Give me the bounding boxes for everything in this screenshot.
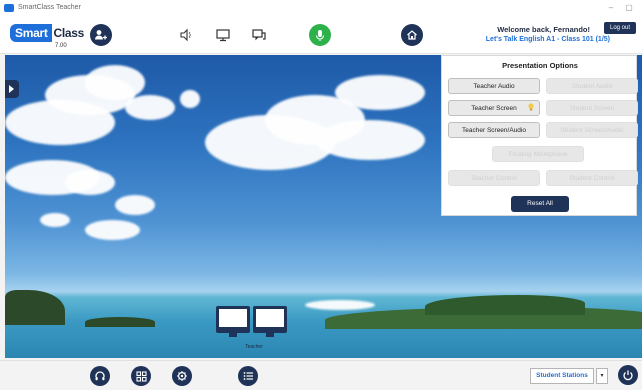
headset-button[interactable] — [90, 366, 110, 386]
option-teacher-audio[interactable]: Teacher Audio — [448, 78, 540, 94]
side-drawer-toggle[interactable] — [5, 80, 19, 98]
option-floating-microphone[interactable]: Floating Microphone — [492, 146, 584, 162]
option-student-audio[interactable]: Student Audio — [546, 78, 638, 94]
group-button[interactable] — [90, 24, 112, 46]
screen-share-button[interactable] — [215, 27, 231, 43]
logo-smart-text: Smart — [10, 24, 52, 42]
teacher-monitor-right[interactable] — [253, 306, 287, 337]
logo-class-text: Class — [53, 26, 85, 40]
chat-icon — [252, 29, 266, 41]
class-name-text: Let's Talk English A1 - Class 101 (1/5) — [485, 36, 610, 43]
headset-icon — [95, 371, 105, 381]
app-icon — [4, 4, 14, 12]
teacher-monitor-left[interactable] — [216, 306, 250, 337]
home-button[interactable] — [401, 24, 423, 46]
chat-button[interactable] — [251, 27, 267, 43]
grid-view-button[interactable] — [131, 366, 151, 386]
list-icon — [243, 372, 253, 380]
monitor-icon — [216, 29, 230, 42]
logout-button[interactable]: Log out — [604, 22, 636, 34]
station-selector-dropdown[interactable]: ▾ — [596, 368, 608, 384]
app-version: 7.00 — [55, 43, 67, 49]
arrow-right-icon — [9, 85, 14, 93]
option-student-control[interactable]: Student Control — [546, 170, 638, 186]
option-student-screen[interactable]: Student Screen — [546, 100, 638, 116]
maximize-button[interactable]: ▢ — [622, 2, 636, 14]
microphone-icon — [315, 29, 325, 41]
settings-button[interactable] — [172, 366, 192, 386]
menu-list-button[interactable] — [238, 366, 258, 386]
window-title: SmartClass Teacher — [18, 4, 81, 11]
app-window: SmartClass Teacher – ▢ Smart Class 7.00 — [0, 0, 642, 390]
reset-all-button[interactable]: Reset All — [511, 196, 569, 212]
welcome-text: Welcome back, Fernando! — [497, 25, 590, 34]
power-button[interactable] — [618, 365, 638, 385]
minimize-button[interactable]: – — [604, 2, 618, 14]
group-icon — [95, 30, 107, 40]
title-bar: SmartClass Teacher – ▢ — [0, 0, 642, 18]
settings-icon — [177, 371, 187, 381]
panel-title: Presentation Options — [502, 61, 578, 70]
home-icon — [407, 30, 417, 40]
lightbulb-icon — [528, 103, 534, 111]
speaker-icon — [180, 28, 191, 42]
smartclass-logo: Smart Class — [10, 23, 84, 43]
microphone-button[interactable] — [309, 24, 331, 46]
presentation-options-panel: Presentation Options Teacher Audio Stude… — [441, 55, 638, 216]
teacher-station-label: Teacher — [245, 344, 263, 350]
power-icon — [623, 370, 633, 381]
speaker-button[interactable] — [178, 27, 194, 43]
option-teacher-screen-audio[interactable]: Teacher Screen/Audio — [448, 122, 540, 138]
grid-icon — [135, 370, 147, 382]
option-student-screen-audio[interactable]: Student Screen/Audio — [546, 122, 638, 138]
option-teacher-control[interactable]: Teacher Control — [448, 170, 540, 186]
station-selector[interactable]: Student Stations — [530, 368, 594, 384]
